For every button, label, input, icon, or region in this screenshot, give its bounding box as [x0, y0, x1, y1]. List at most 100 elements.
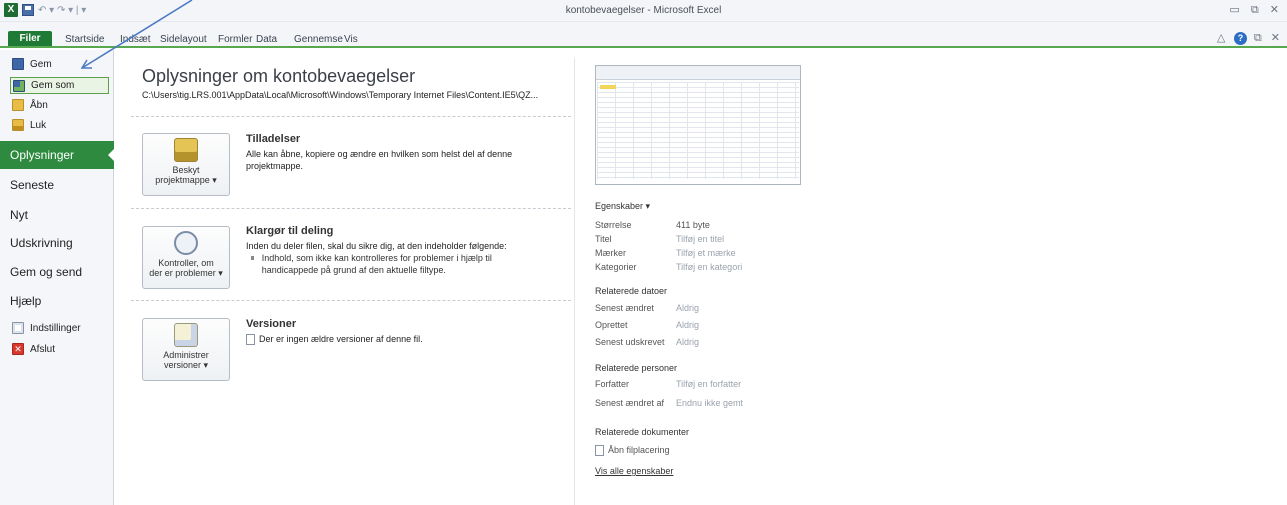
divider — [131, 116, 571, 117]
section-heading: Versioner — [246, 318, 297, 330]
sidebar-item-label: Gem som — [31, 80, 75, 91]
versions-text: Der er ingen ældre versioner af denne fi… — [259, 334, 423, 344]
property-value[interactable]: Tilføj et mærke — [676, 248, 736, 258]
property-key: Kategorier — [595, 262, 637, 272]
open-file-location-link[interactable]: Åbn filplacering — [595, 445, 670, 457]
properties-panel: Egenskaber ▾ Størrelse 411 byte Titel Ti… — [595, 50, 1055, 505]
open-folder-icon — [12, 99, 24, 111]
save-icon — [12, 58, 24, 70]
page-title: Oplysninger om kontobevaegelser — [142, 66, 416, 86]
sidebar-item-open[interactable]: Åbn — [12, 99, 48, 111]
sidebar-item-save[interactable]: Gem — [12, 58, 52, 70]
tab-data[interactable]: Data — [256, 34, 277, 45]
property-row: Kategorier Tilføj en kategori — [595, 262, 742, 272]
minimize-ribbon-icon[interactable]: △ ▭ ⧉ ✕ — [1217, 32, 1283, 44]
protect-workbook-button[interactable]: Beskyt projektmappe ▾ — [142, 133, 230, 196]
property-key: Størrelse — [595, 220, 632, 230]
button-label-line1: Administrer — [163, 350, 209, 360]
tab-insert[interactable]: Indsæt — [120, 34, 151, 45]
check-for-issues-button[interactable]: Kontroller, om der er problemer ▾ — [142, 226, 230, 289]
backstage-sidebar: Gem Gem som Åbn Luk Oplysninger Seneste … — [0, 50, 115, 505]
property-key: Senest ændret — [595, 303, 655, 313]
divider — [131, 208, 571, 209]
tab-view[interactable]: Vis — [344, 34, 358, 45]
property-row: Senest ændret af Endnu ikke gemt — [595, 398, 743, 408]
bullet-text: Indhold, som ikke kan kontrolleres for p… — [261, 253, 492, 275]
section-text: Der er ingen ældre versioner af denne fi… — [246, 333, 546, 346]
versions-section: Versioner Der er ingen ældre versioner a… — [246, 318, 546, 346]
prepare-sharing-section: Klargør til deling Inden du deler filen,… — [246, 225, 546, 276]
property-value: 411 byte — [676, 220, 710, 230]
property-key: Mærker — [595, 248, 626, 258]
tab-home[interactable]: Startside — [65, 34, 104, 45]
documents-header: Relaterede dokumenter — [595, 427, 690, 437]
sidebar-item-label: Indstillinger — [30, 322, 81, 334]
button-label-line2: versioner ▾ — [163, 360, 209, 370]
workbook-preview[interactable] — [595, 65, 801, 185]
ribbon-controls[interactable]: △ ▭ ⧉ ✕ — [1217, 31, 1283, 45]
open-location-label: Åbn filplacering — [608, 445, 670, 455]
sidebar-item-print[interactable]: Udskrivning — [10, 236, 73, 250]
show-all-properties-link[interactable]: Vis alle egenskaber — [595, 466, 673, 476]
button-label-line2: projektmappe ▾ — [155, 175, 217, 185]
button-label-line1: Kontroller, om — [158, 258, 214, 268]
property-value: Aldrig — [676, 303, 700, 313]
property-value[interactable]: Tilføj en titel — [676, 234, 724, 244]
property-row: Mærker Tilføj et mærke — [595, 248, 736, 258]
title-bar: X ↶ ▾ ↷ ▾ | ▾ kontobevaegelser - Microso… — [0, 0, 1287, 22]
property-key: Oprettet — [595, 320, 628, 330]
sidebar-item-label: Gem — [30, 58, 52, 70]
bullet-icon — [251, 256, 254, 260]
window-controls[interactable]: ▭ ⧉ ✕ — [1229, 3, 1283, 17]
property-row: Senest udskrevet Aldrig — [595, 337, 699, 347]
tab-file[interactable]: Filer — [8, 31, 52, 46]
sidebar-item-exit[interactable]: ✕ Afslut — [12, 343, 55, 355]
preview-selected-cell — [600, 85, 616, 89]
property-row: Oprettet Aldrig — [595, 320, 699, 330]
file-path: C:\Users\tig.LRS.001\AppData\Local\Micro… — [142, 90, 539, 100]
sidebar-item-new[interactable]: Nyt — [10, 208, 28, 222]
section-heading: Klargør til deling — [246, 225, 334, 237]
button-label-line2: der er problemer ▾ — [149, 268, 223, 278]
property-key: Senest ændret af — [595, 398, 665, 408]
sidebar-item-options[interactable]: Indstillinger — [12, 322, 81, 334]
tab-formulas[interactable]: Formler — [218, 34, 252, 45]
tab-page-layout[interactable]: Sidelayout — [160, 34, 207, 45]
tab-review[interactable]: Gennemse — [294, 34, 343, 45]
preview-grid — [597, 82, 799, 179]
property-key: Forfatter — [595, 379, 630, 389]
sidebar-item-help[interactable]: Hjælp — [10, 294, 41, 308]
help-icon[interactable]: ? — [1234, 32, 1247, 45]
property-key: Titel — [595, 234, 612, 244]
document-icon — [595, 445, 604, 457]
sidebar-item-label: Åbn — [30, 99, 48, 111]
section-text: Alle kan åbne, kopiere og ændre en hvilk… — [246, 149, 513, 171]
property-value[interactable]: Tilføj en kategori — [676, 262, 742, 272]
sidebar-item-save-and-send[interactable]: Gem og send — [10, 265, 82, 279]
property-value: Aldrig — [676, 337, 700, 347]
inspect-icon — [174, 231, 198, 255]
property-row: Størrelse 411 byte — [595, 220, 710, 230]
versions-icon — [174, 323, 198, 347]
property-key: Senest udskrevet — [595, 337, 665, 347]
manage-versions-button[interactable]: Administrer versioner ▾ — [142, 318, 230, 381]
section-text: Inden du deler filen, skal du sikre dig,… — [246, 241, 507, 251]
sidebar-item-save-as[interactable]: Gem som — [10, 77, 109, 94]
ribbon-tab-bar: Filer Startside Indsæt Sidelayout Formle… — [0, 22, 1287, 48]
sidebar-item-info[interactable]: Oplysninger — [0, 141, 115, 169]
panel-divider — [574, 58, 575, 505]
property-row: Forfatter Tilføj en forfatter — [595, 379, 741, 389]
info-panel: Oplysninger om kontobevaegelser C:\Users… — [115, 50, 575, 505]
sidebar-item-recent[interactable]: Seneste — [10, 178, 54, 192]
sidebar-item-close[interactable]: Luk — [12, 119, 46, 131]
dates-header: Relaterede datoer — [595, 286, 668, 296]
window-title: kontobevaegelser - Microsoft Excel — [565, 5, 722, 16]
sidebar-item-label: Luk — [30, 119, 47, 131]
save-as-icon — [13, 79, 25, 92]
exit-icon: ✕ — [12, 343, 24, 355]
property-value[interactable]: Tilføj en forfatter — [676, 379, 741, 389]
lock-icon — [174, 138, 198, 162]
divider — [131, 300, 571, 301]
people-header: Relaterede personer — [595, 363, 678, 373]
properties-header[interactable]: Egenskaber ▾ — [595, 201, 650, 212]
